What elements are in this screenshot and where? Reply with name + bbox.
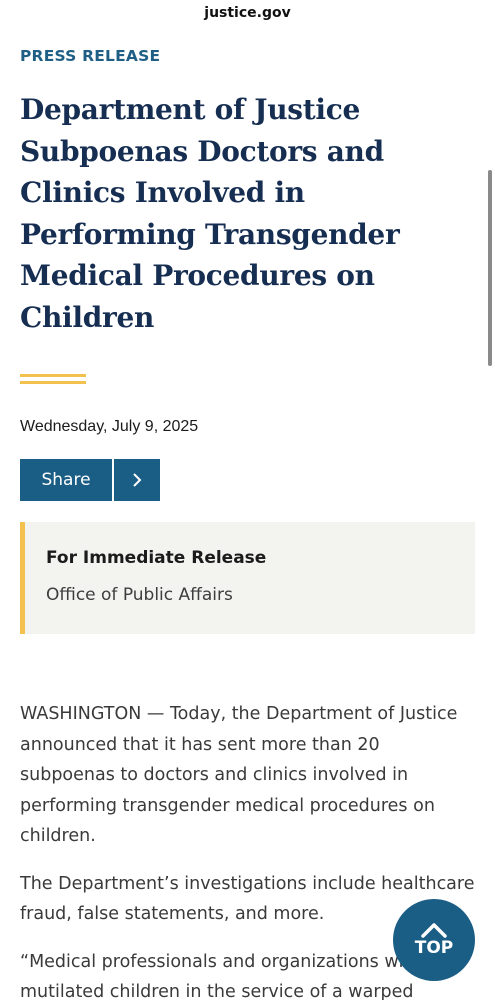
url-text: justice.gov [204,5,291,21]
back-to-top-label: TOP [414,938,454,958]
back-to-top-button[interactable]: TOP [393,899,475,981]
chevron-right-icon [133,473,142,487]
paragraph: WASHINGTON — Today, the Department of Ju… [20,704,458,846]
office-name: Office of Public Affairs [46,585,233,605]
share-expand-button[interactable] [114,459,160,501]
address-bar[interactable]: justice.gov [0,0,495,26]
chevron-up-icon [421,923,447,938]
share-control: Share [20,459,160,501]
page-title: Department of Justice Subpoenas Doctors … [20,93,400,334]
release-label: For Immediate Release [46,548,267,568]
press-release-eyebrow: PRESS RELEASE [20,47,161,65]
scrollbar[interactable] [488,170,492,366]
publish-date: Wednesday, July 9, 2025 [20,418,199,435]
article: PRESS RELEASE Department of Justice Subp… [0,47,495,1000]
accent-divider [20,374,86,384]
share-button[interactable]: Share [20,459,112,501]
release-info-box: For Immediate Release Office of Public A… [20,522,475,634]
